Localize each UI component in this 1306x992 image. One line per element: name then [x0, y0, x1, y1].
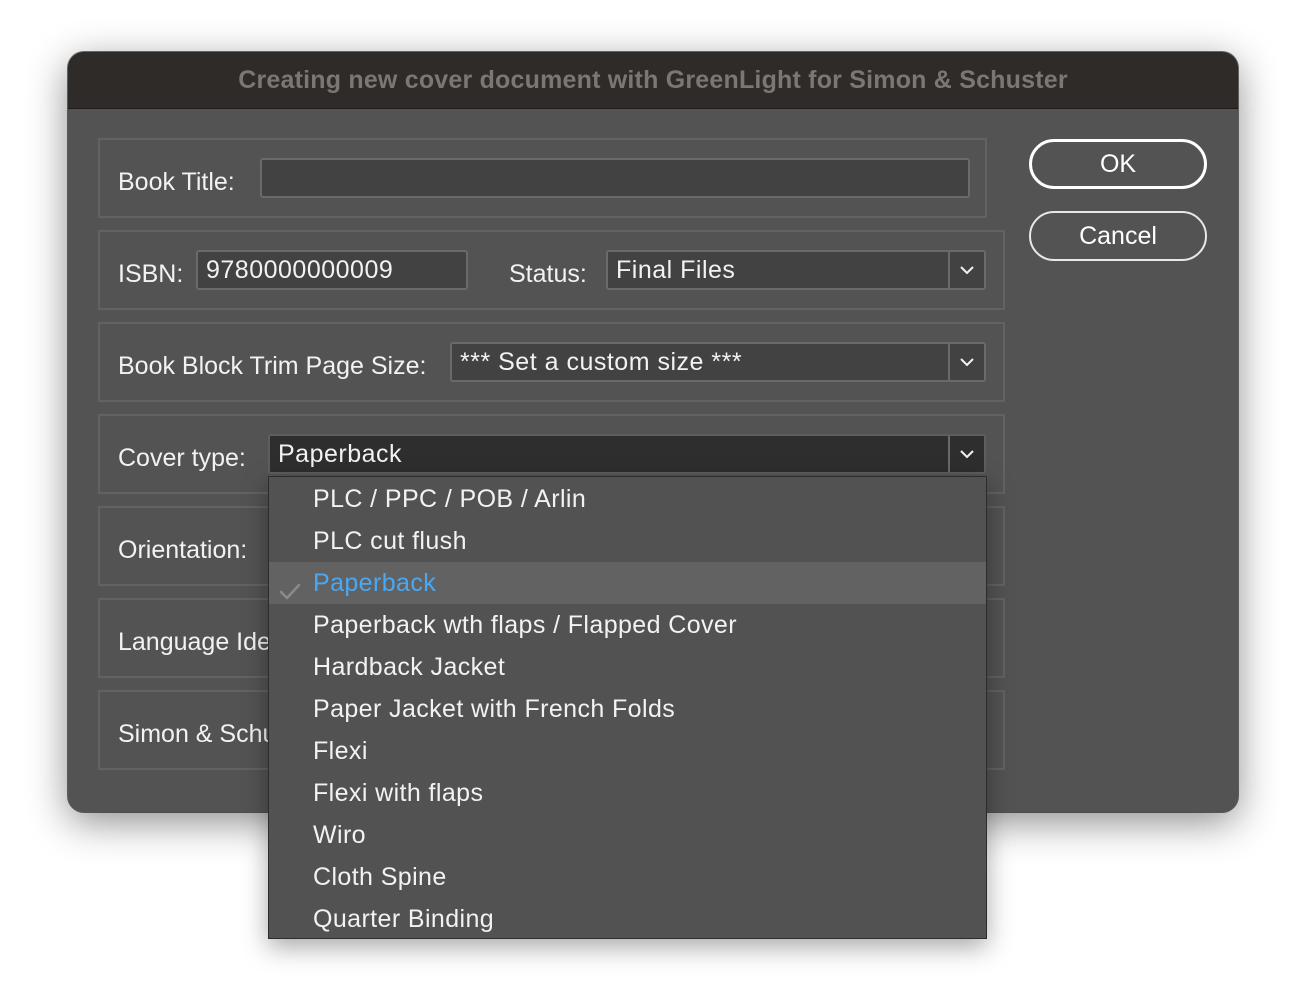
- trim-size-select-value: *** Set a custom size ***: [460, 348, 743, 376]
- menu-item-label: Cloth Spine: [313, 863, 447, 891]
- menu-item-flexi[interactable]: Flexi: [269, 730, 986, 772]
- menu-item-label: Paperback: [313, 569, 437, 597]
- cancel-button[interactable]: Cancel: [1029, 211, 1207, 261]
- trim-size-panel: Book Block Trim Page Size: *** Set a cus…: [98, 322, 1005, 402]
- menu-item-wiro[interactable]: Wiro: [269, 814, 986, 856]
- menu-item-label: Flexi: [313, 737, 368, 765]
- isbn-status-panel: ISBN: 9780000000009 Status: Final Files: [98, 230, 1005, 310]
- menu-item-paperback-with-flaps[interactable]: Paperback wth flaps / Flapped Cover: [269, 604, 986, 646]
- status-select-value: Final Files: [616, 256, 736, 284]
- menu-item-label: Wiro: [313, 821, 366, 849]
- book-title-input[interactable]: [260, 158, 970, 198]
- status-label: Status:: [509, 260, 587, 288]
- menu-item-plc-cut-flush[interactable]: PLC cut flush: [269, 520, 986, 562]
- imprint-label: Simon & Schu: [118, 720, 277, 748]
- orientation-label: Orientation:: [118, 536, 248, 564]
- menu-item-label: Paperback wth flaps / Flapped Cover: [313, 611, 737, 639]
- menu-item-label: Hardback Jacket: [313, 653, 506, 681]
- dialog-title: Creating new cover document with GreenLi…: [68, 52, 1238, 109]
- cover-type-dropdown-menu: PLC / PPC / POB / Arlin PLC cut flush Pa…: [268, 476, 987, 939]
- menu-item-label: PLC / PPC / POB / Arlin: [313, 485, 587, 513]
- menu-item-paperback[interactable]: Paperback: [269, 562, 986, 604]
- cover-type-label: Cover type:: [118, 444, 246, 472]
- menu-item-quarter-binding[interactable]: Quarter Binding: [269, 898, 986, 940]
- trim-size-select[interactable]: *** Set a custom size ***: [450, 342, 986, 382]
- menu-item-flexi-with-flaps[interactable]: Flexi with flaps: [269, 772, 986, 814]
- menu-item-paper-jacket-french-folds[interactable]: Paper Jacket with French Folds: [269, 688, 986, 730]
- menu-item-label: Quarter Binding: [313, 905, 495, 933]
- isbn-input[interactable]: 9780000000009: [196, 250, 468, 290]
- trim-size-label: Book Block Trim Page Size:: [118, 352, 427, 380]
- book-title-panel: Book Title:: [98, 138, 987, 218]
- chevron-down-icon[interactable]: [948, 344, 984, 380]
- language-label: Language Ide: [118, 628, 271, 656]
- cover-type-select-value: Paperback: [278, 440, 403, 468]
- menu-item-cloth-spine[interactable]: Cloth Spine: [269, 856, 986, 898]
- cover-type-select[interactable]: Paperback: [268, 434, 986, 474]
- ok-button[interactable]: OK: [1029, 139, 1207, 189]
- menu-item-label: Paper Jacket with French Folds: [313, 695, 676, 723]
- menu-item-label: Flexi with flaps: [313, 779, 484, 807]
- menu-item-label: PLC cut flush: [313, 527, 467, 555]
- book-title-label: Book Title:: [118, 168, 235, 196]
- isbn-label: ISBN:: [118, 260, 184, 288]
- menu-item-plc-ppc-pob-arlin[interactable]: PLC / PPC / POB / Arlin: [269, 478, 986, 520]
- status-select[interactable]: Final Files: [606, 250, 986, 290]
- menu-item-hardback-jacket[interactable]: Hardback Jacket: [269, 646, 986, 688]
- chevron-down-icon[interactable]: [948, 436, 984, 472]
- chevron-down-icon[interactable]: [948, 252, 984, 288]
